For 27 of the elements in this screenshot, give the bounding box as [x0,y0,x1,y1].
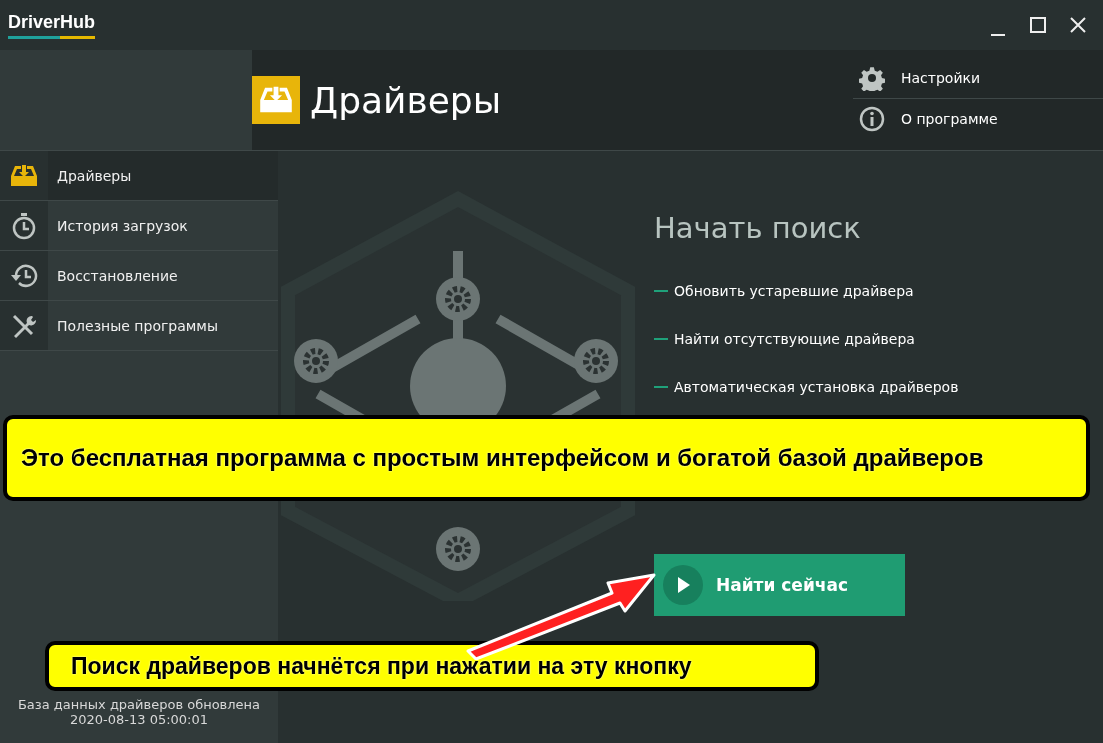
sidebar-item[interactable]: Полезные программы [0,301,278,351]
sidebar-item[interactable]: Восстановление [0,251,278,301]
app-logo: DriverHub [8,11,96,39]
info-icon [859,106,885,132]
play-icon [662,564,704,606]
drivers-badge-icon [252,76,300,124]
tools-icon [11,312,37,339]
callout-text: Поиск драйверов начнётся при нажатии на эту кнопку [45,641,819,691]
stopwatch-icon [11,211,37,240]
callout-text: Это бесплатная программа с простым интерфейсом и богатой базой драйверов [3,415,1090,501]
sidebar-item[interactable]: История загрузок [0,201,278,251]
feature-text: Автоматическая установка драйверов [674,379,959,395]
section-heading: Начать поиск [654,211,862,245]
header-menu-item[interactable]: Настройки [853,58,1103,99]
history-icon [10,262,38,289]
page-title: Драйверы [310,79,502,121]
maximize-icon [1029,16,1047,34]
settings-icon [859,65,885,91]
feature-text: Найти отсутствующие драйвера [674,331,915,347]
feature-text: Обновить устаревшие драйвера [674,283,914,299]
header-menu-item[interactable]: О программе [853,99,1103,139]
close-icon [1069,16,1087,34]
database-update-text: 2020-08-13 05:00:01 [69,712,209,727]
minimize-icon [991,34,1005,36]
sidebar-item[interactable]: Драйверы [0,151,278,201]
database-update-text: База данных драйверов обновлена [17,697,261,712]
inbox-icon [10,163,38,188]
